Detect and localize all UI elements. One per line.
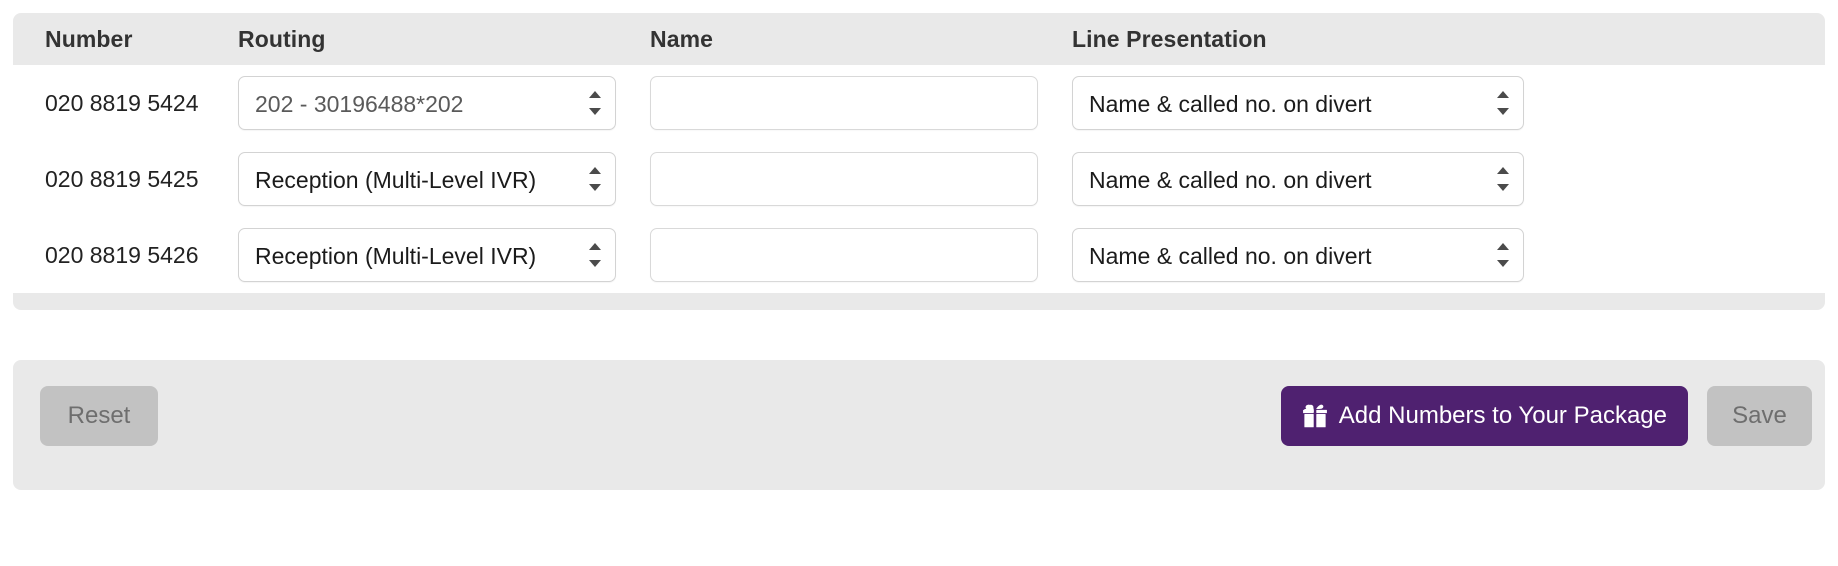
line-presentation-select-value: Name & called no. on divert bbox=[1089, 243, 1372, 269]
column-header-name: Name bbox=[650, 25, 714, 52]
name-input[interactable] bbox=[650, 228, 1038, 282]
line-presentation-select[interactable]: Name & called no. on divert bbox=[1072, 152, 1524, 206]
routing-cell: Reception (Multi-Level IVR) bbox=[238, 228, 650, 282]
routing-select[interactable]: Reception (Multi-Level IVR) bbox=[238, 228, 616, 282]
chevron-updown-icon bbox=[589, 166, 602, 192]
line-presentation-select-value: Name & called no. on divert bbox=[1089, 91, 1372, 117]
action-bar: Reset Add Numbers to Your Package Save bbox=[13, 360, 1825, 490]
routing-select-value: Reception (Multi-Level IVR) bbox=[255, 167, 537, 193]
line-presentation-select[interactable]: Name & called no. on divert bbox=[1072, 76, 1524, 130]
routing-select-value: 202 - 30196488*202 bbox=[255, 91, 464, 117]
name-cell bbox=[650, 76, 1072, 130]
routing-cell: 202 - 30196488*202 bbox=[238, 76, 650, 130]
routing-cell: Reception (Multi-Level IVR) bbox=[238, 152, 650, 206]
line-presentation-cell: Name & called no. on divert bbox=[1072, 76, 1552, 130]
column-header-line-presentation: Line Presentation bbox=[1072, 25, 1267, 52]
table-row: 020 8819 5424 202 - 30196488*202 Name & … bbox=[13, 65, 1825, 141]
column-header-routing: Routing bbox=[238, 25, 326, 52]
line-presentation-cell: Name & called no. on divert bbox=[1072, 228, 1552, 282]
column-header-number: Number bbox=[45, 25, 133, 52]
chevron-updown-icon bbox=[589, 90, 602, 116]
chevron-updown-icon bbox=[1497, 90, 1510, 116]
name-input[interactable] bbox=[650, 76, 1038, 130]
numbers-table: Number Routing Name Line Presentation 02… bbox=[13, 13, 1825, 310]
name-cell bbox=[650, 228, 1072, 282]
table-row: 020 8819 5425 Reception (Multi-Level IVR… bbox=[13, 141, 1825, 217]
chevron-updown-icon bbox=[1497, 242, 1510, 268]
reset-button[interactable]: Reset bbox=[40, 386, 158, 446]
number-cell: 020 8819 5426 bbox=[45, 241, 199, 268]
routing-select-value: Reception (Multi-Level IVR) bbox=[255, 243, 537, 269]
add-numbers-button-label: Add Numbers to Your Package bbox=[1338, 402, 1667, 429]
chevron-updown-icon bbox=[589, 242, 602, 268]
routing-select[interactable]: 202 - 30196488*202 bbox=[238, 76, 616, 130]
gift-icon bbox=[1302, 404, 1327, 428]
table-header-row: Number Routing Name Line Presentation bbox=[13, 13, 1825, 65]
table-row: 020 8819 5426 Reception (Multi-Level IVR… bbox=[13, 217, 1825, 293]
number-cell: 020 8819 5425 bbox=[45, 165, 199, 192]
table-footer-strip bbox=[13, 293, 1825, 310]
line-presentation-select[interactable]: Name & called no. on divert bbox=[1072, 228, 1524, 282]
add-numbers-button[interactable]: Add Numbers to Your Package bbox=[1280, 386, 1688, 446]
name-cell bbox=[650, 152, 1072, 206]
number-cell: 020 8819 5424 bbox=[45, 89, 199, 116]
line-presentation-cell: Name & called no. on divert bbox=[1072, 152, 1552, 206]
routing-select[interactable]: Reception (Multi-Level IVR) bbox=[238, 152, 616, 206]
name-input[interactable] bbox=[650, 152, 1038, 206]
chevron-updown-icon bbox=[1497, 166, 1510, 192]
line-presentation-select-value: Name & called no. on divert bbox=[1089, 167, 1372, 193]
numbers-management-page: Number Routing Name Line Presentation 02… bbox=[0, 0, 1838, 566]
table-body: 020 8819 5424 202 - 30196488*202 Name & … bbox=[13, 65, 1825, 293]
save-button[interactable]: Save bbox=[1707, 386, 1812, 446]
